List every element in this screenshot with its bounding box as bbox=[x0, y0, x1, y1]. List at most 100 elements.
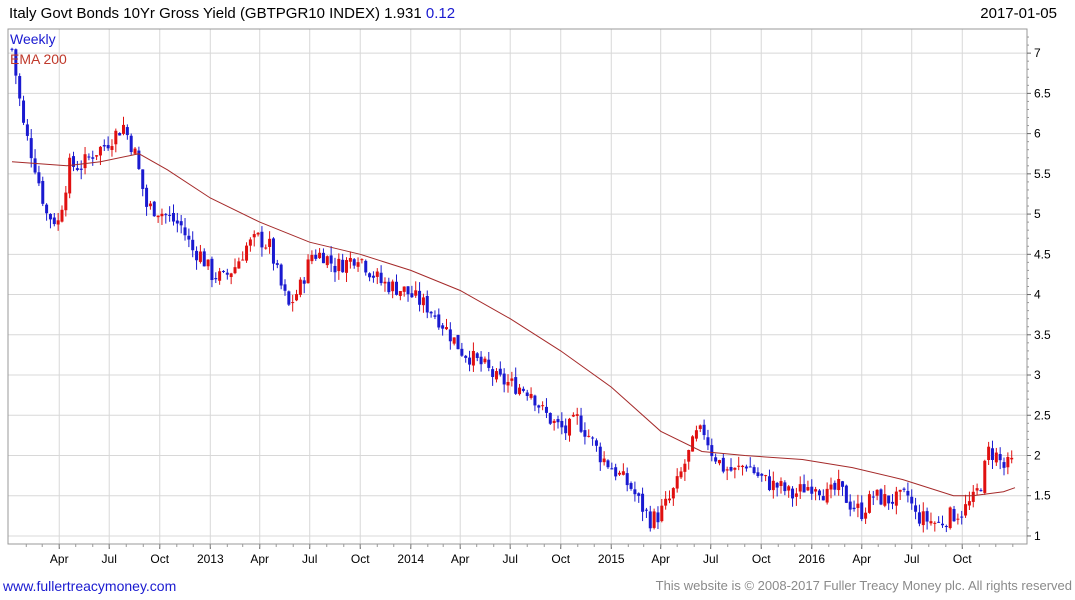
y-tick-label: 2.5 bbox=[1034, 408, 1051, 422]
candle bbox=[356, 257, 360, 272]
candle bbox=[767, 469, 771, 492]
candle bbox=[125, 124, 129, 140]
candle bbox=[471, 342, 475, 372]
candle-body bbox=[333, 265, 337, 273]
candle bbox=[556, 415, 560, 429]
candle-body bbox=[894, 491, 898, 506]
candle bbox=[429, 310, 433, 318]
candle-body bbox=[487, 359, 491, 368]
candle bbox=[468, 350, 472, 372]
candle-body bbox=[987, 446, 991, 461]
candle bbox=[775, 481, 779, 497]
site-link[interactable]: www.fullertreacymoney.com bbox=[3, 578, 176, 594]
candle bbox=[706, 429, 710, 451]
candle-body bbox=[933, 522, 937, 524]
candle bbox=[245, 242, 249, 263]
candle bbox=[841, 480, 845, 496]
candle bbox=[806, 480, 810, 492]
candle bbox=[160, 208, 164, 225]
candle bbox=[990, 440, 994, 469]
candle-body bbox=[940, 523, 944, 526]
candle bbox=[644, 507, 648, 518]
candle-body bbox=[60, 209, 64, 222]
candle-body bbox=[560, 420, 564, 428]
candle bbox=[521, 386, 525, 393]
candle bbox=[891, 494, 895, 510]
candle bbox=[25, 119, 29, 141]
candle-body bbox=[548, 412, 552, 424]
candle-body bbox=[437, 314, 441, 328]
candle-body bbox=[22, 100, 26, 123]
candle-body bbox=[679, 471, 683, 478]
candle-body bbox=[833, 482, 837, 490]
candle-body bbox=[256, 232, 260, 235]
candle bbox=[887, 495, 891, 510]
candle-body bbox=[529, 393, 533, 398]
candle-body bbox=[218, 271, 222, 281]
candle-body bbox=[506, 381, 510, 386]
candle-body bbox=[122, 124, 126, 134]
candle bbox=[802, 474, 806, 493]
candle bbox=[587, 429, 591, 438]
candle-body bbox=[48, 213, 52, 220]
candle bbox=[591, 436, 595, 446]
candle bbox=[237, 257, 241, 269]
candle-body bbox=[644, 509, 648, 511]
x-tick-label: Jul bbox=[703, 552, 718, 566]
candle bbox=[302, 276, 306, 294]
candle bbox=[514, 367, 518, 395]
candle-body bbox=[252, 234, 256, 238]
candle-body bbox=[475, 353, 479, 358]
candle-body bbox=[583, 430, 587, 437]
candle bbox=[91, 150, 95, 166]
candle-body bbox=[756, 472, 760, 477]
y-tick-label: 7 bbox=[1034, 46, 1041, 60]
candle-body bbox=[775, 482, 779, 488]
candle-body bbox=[491, 369, 495, 377]
candle-body bbox=[368, 273, 372, 278]
candle bbox=[652, 508, 656, 530]
candle-body bbox=[537, 405, 541, 408]
candle bbox=[629, 481, 633, 491]
candle bbox=[729, 458, 733, 472]
candle bbox=[375, 268, 379, 285]
candle bbox=[391, 279, 395, 299]
candle-body bbox=[314, 254, 318, 259]
candle-body bbox=[883, 494, 887, 506]
candle-body bbox=[210, 258, 214, 281]
candle bbox=[260, 226, 264, 257]
candle bbox=[395, 274, 399, 296]
candle bbox=[460, 342, 464, 357]
y-tick-label: 3.5 bbox=[1034, 328, 1051, 342]
candle-body bbox=[737, 465, 741, 467]
candle-body bbox=[956, 518, 960, 520]
candle-body bbox=[621, 471, 625, 475]
candle-body bbox=[483, 358, 487, 363]
candle-body bbox=[598, 446, 602, 463]
candle-body bbox=[921, 511, 925, 526]
candle bbox=[618, 470, 622, 477]
candle-body bbox=[425, 296, 429, 313]
candle bbox=[33, 149, 37, 175]
candle-body bbox=[494, 371, 498, 380]
candle bbox=[502, 368, 506, 393]
candle-body bbox=[975, 488, 979, 491]
candle-body bbox=[260, 231, 264, 248]
candle-body bbox=[783, 482, 787, 492]
candle-body bbox=[979, 490, 983, 492]
candle bbox=[537, 404, 541, 414]
candle bbox=[648, 505, 652, 532]
candle-body bbox=[106, 145, 110, 149]
candle bbox=[610, 462, 614, 470]
candle-body bbox=[352, 259, 356, 266]
candle-body bbox=[906, 490, 910, 496]
candle-body bbox=[602, 458, 606, 463]
candle bbox=[198, 244, 202, 264]
candle bbox=[667, 490, 671, 504]
candle-body bbox=[564, 425, 568, 434]
candle-body bbox=[791, 488, 795, 499]
candle-body bbox=[329, 255, 333, 264]
candle bbox=[748, 457, 752, 468]
candle-body bbox=[95, 155, 99, 157]
candle-body bbox=[10, 48, 14, 50]
